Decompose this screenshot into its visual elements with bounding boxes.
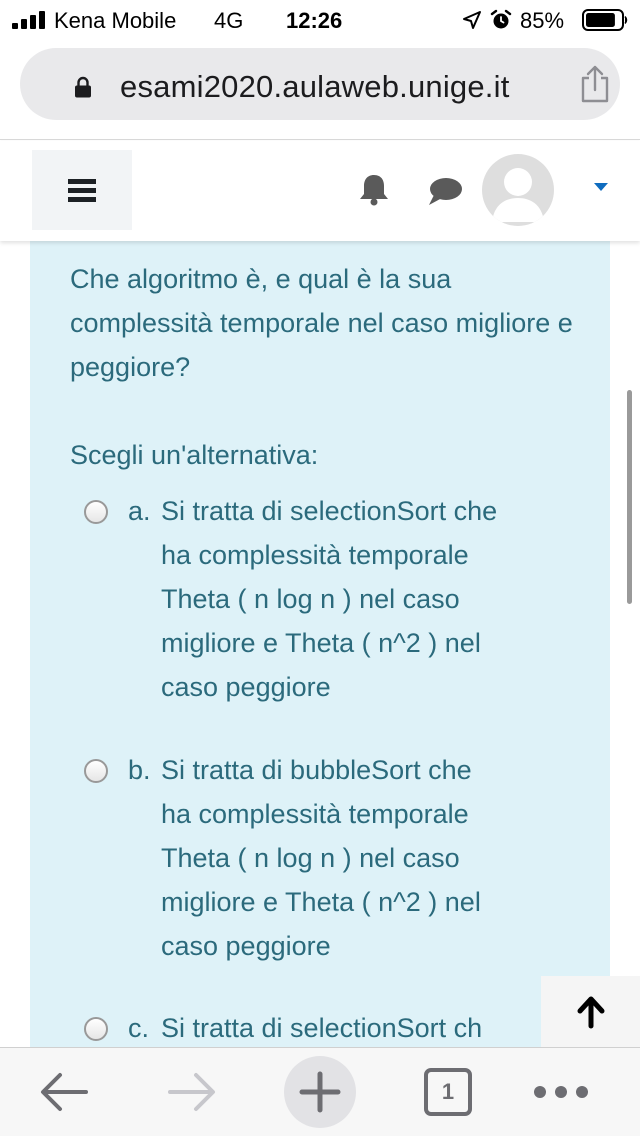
site-navbar [0, 141, 640, 241]
option-letter: b. [128, 755, 151, 785]
carrier-name: Kena Mobile [54, 8, 177, 33]
answer-prompt: Scegli un'alternativa: [70, 440, 319, 470]
phone-screen: Kena Mobile 4G 12:26 85% esami2020.aulaw… [0, 0, 640, 1136]
hamburger-icon [68, 179, 96, 202]
more-icon[interactable] [534, 1084, 590, 1100]
question-text: Che algoritmo è, e qual è la sua comples… [70, 264, 573, 382]
user-avatar-icon[interactable] [482, 154, 554, 226]
alarm-icon [490, 9, 512, 29]
tabs-icon[interactable]: 1 [424, 1068, 472, 1116]
radio-button[interactable] [84, 1017, 108, 1041]
bell-icon[interactable] [356, 171, 392, 207]
tabs-count: 1 [441, 1079, 455, 1104]
radio-button[interactable] [84, 500, 108, 524]
browser-address-area: esami2020.aulaweb.unige.it [0, 40, 640, 140]
caret-down-icon[interactable] [592, 181, 610, 193]
option-text[interactable]: Si tratta di selectionSort che ha comple… [161, 489, 581, 709]
radio-button[interactable] [84, 759, 108, 783]
browser-toolbar: 1 [0, 1047, 640, 1136]
share-icon[interactable] [578, 64, 612, 104]
plus-icon [299, 1071, 341, 1113]
forward-arrow-icon[interactable] [166, 1070, 218, 1114]
question-formulation: Che algoritmo è, e qual è la sua comples… [30, 241, 610, 1047]
back-arrow-icon[interactable] [38, 1070, 90, 1114]
menu-toggle-button[interactable] [32, 150, 132, 230]
battery-percent: 85% [520, 8, 565, 33]
option-text[interactable]: Si tratta di selectionSort ch [161, 1006, 581, 1047]
url-text[interactable]: esami2020.aulaweb.unige.it [120, 69, 510, 105]
battery-icon [582, 9, 628, 31]
location-icon [463, 11, 481, 29]
new-tab-button[interactable] [284, 1056, 356, 1128]
scrollbar[interactable] [627, 390, 632, 604]
option-letter: c. [128, 1013, 150, 1043]
arrow-up-icon [577, 996, 604, 1029]
avatar-silhouette [492, 168, 544, 222]
signal-icon [12, 11, 48, 29]
option-text[interactable]: Si tratta di bubbleSort che ha complessi… [161, 748, 581, 968]
address-bar[interactable]: esami2020.aulaweb.unige.it [20, 48, 620, 120]
chat-icon[interactable] [426, 175, 464, 207]
network-type: 4G [214, 8, 244, 33]
lock-icon [75, 76, 91, 98]
clock: 12:26 [286, 8, 343, 33]
back-to-top-button[interactable] [541, 976, 640, 1048]
status-bar: Kena Mobile 4G 12:26 85% [0, 0, 640, 40]
option-letter: a. [128, 496, 151, 526]
